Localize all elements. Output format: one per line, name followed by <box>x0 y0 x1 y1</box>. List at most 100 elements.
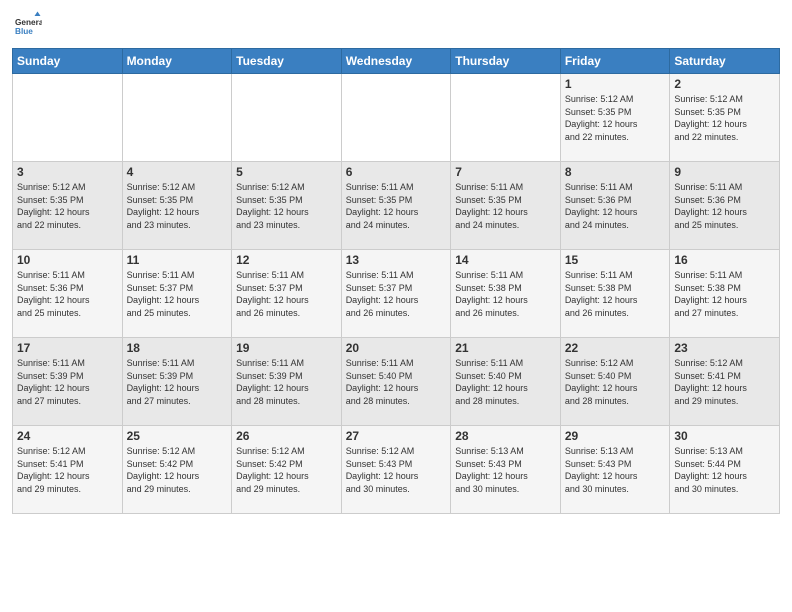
day-number: 2 <box>674 77 775 91</box>
calendar-cell: 18Sunrise: 5:11 AM Sunset: 5:39 PM Dayli… <box>122 338 232 426</box>
day-number: 4 <box>127 165 228 179</box>
calendar-cell: 25 Sunrise: 5:12 AM Sunset: 5:42 PM Dayli… <box>122 426 232 514</box>
calendar-cell: 17 Sunrise: 5:11 AM Sunset: 5:39 PM Dayli… <box>13 338 123 426</box>
calendar: SundayMondayTuesdayWednesdayThursdayFrid… <box>12 48 780 514</box>
day-info: Sunrise: 5:11 AM Sunset: 5:39 PM Dayligh… <box>17 357 118 407</box>
calendar-cell: 1Sunrise: 5:12 AM Sunset: 5:35 PM Daylig… <box>560 74 670 162</box>
day-number: 10 <box>17 253 118 267</box>
day-info: Sunrise: 5:13 AM Sunset: 5:44 PM Dayligh… <box>674 445 775 495</box>
week-row-2: 3 Sunrise: 5:12 AM Sunset: 5:35 PM Daylig… <box>13 162 780 250</box>
day-number: 17 <box>17 341 118 355</box>
day-info: Sunrise: 5:12 AM Sunset: 5:35 PM Dayligh… <box>127 181 228 231</box>
logo-icon: General Blue <box>12 10 42 40</box>
calendar-cell: 11 Sunrise: 5:11 AM Sunset: 5:37 PM Dayli… <box>122 250 232 338</box>
day-number: 24 <box>17 429 118 443</box>
day-number: 25 <box>127 429 228 443</box>
calendar-cell: 26 Sunrise: 5:12 AM Sunset: 5:42 PM Dayli… <box>232 426 342 514</box>
weekday-header-monday: Monday <box>122 49 232 74</box>
day-number: 14 <box>455 253 556 267</box>
calendar-cell <box>122 74 232 162</box>
week-row-3: 10Sunrise: 5:11 AM Sunset: 5:36 PM Dayli… <box>13 250 780 338</box>
day-info: Sunrise: 5:11 AM Sunset: 5:38 PM Dayligh… <box>674 269 775 319</box>
weekday-header-thursday: Thursday <box>451 49 561 74</box>
day-info: Sunrise: 5:11 AM Sunset: 5:38 PM Dayligh… <box>455 269 556 319</box>
calendar-header: SundayMondayTuesdayWednesdayThursdayFrid… <box>13 49 780 74</box>
day-number: 3 <box>17 165 118 179</box>
day-info: Sunrise: 5:11 AM Sunset: 5:38 PM Dayligh… <box>565 269 666 319</box>
calendar-body: 1Sunrise: 5:12 AM Sunset: 5:35 PM Daylig… <box>13 74 780 514</box>
weekday-header-friday: Friday <box>560 49 670 74</box>
day-info: Sunrise: 5:12 AM Sunset: 5:42 PM Dayligh… <box>127 445 228 495</box>
calendar-cell <box>13 74 123 162</box>
svg-text:General: General <box>15 18 42 27</box>
day-info: Sunrise: 5:12 AM Sunset: 5:41 PM Dayligh… <box>17 445 118 495</box>
day-number: 12 <box>236 253 337 267</box>
header: General Blue <box>12 10 780 40</box>
calendar-cell: 23 Sunrise: 5:12 AM Sunset: 5:41 PM Dayli… <box>670 338 780 426</box>
calendar-cell: 27 Sunrise: 5:12 AM Sunset: 5:43 PM Dayli… <box>341 426 451 514</box>
calendar-cell: 6 Sunrise: 5:11 AM Sunset: 5:35 PM Daylig… <box>341 162 451 250</box>
calendar-cell: 4 Sunrise: 5:12 AM Sunset: 5:35 PM Daylig… <box>122 162 232 250</box>
calendar-cell: 9Sunrise: 5:11 AM Sunset: 5:36 PM Daylig… <box>670 162 780 250</box>
day-info: Sunrise: 5:11 AM Sunset: 5:37 PM Dayligh… <box>127 269 228 319</box>
day-number: 8 <box>565 165 666 179</box>
day-info: Sunrise: 5:12 AM Sunset: 5:35 PM Dayligh… <box>674 93 775 143</box>
day-number: 6 <box>346 165 447 179</box>
day-info: Sunrise: 5:13 AM Sunset: 5:43 PM Dayligh… <box>565 445 666 495</box>
day-number: 30 <box>674 429 775 443</box>
day-number: 23 <box>674 341 775 355</box>
calendar-cell: 7 Sunrise: 5:11 AM Sunset: 5:35 PM Daylig… <box>451 162 561 250</box>
weekday-header-tuesday: Tuesday <box>232 49 342 74</box>
day-number: 7 <box>455 165 556 179</box>
day-info: Sunrise: 5:12 AM Sunset: 5:35 PM Dayligh… <box>565 93 666 143</box>
calendar-cell: 24 Sunrise: 5:12 AM Sunset: 5:41 PM Dayli… <box>13 426 123 514</box>
calendar-cell: 3 Sunrise: 5:12 AM Sunset: 5:35 PM Daylig… <box>13 162 123 250</box>
calendar-cell: 22 Sunrise: 5:12 AM Sunset: 5:40 PM Dayli… <box>560 338 670 426</box>
day-number: 27 <box>346 429 447 443</box>
week-row-5: 24 Sunrise: 5:12 AM Sunset: 5:41 PM Dayli… <box>13 426 780 514</box>
calendar-cell: 8 Sunrise: 5:11 AM Sunset: 5:36 PM Daylig… <box>560 162 670 250</box>
day-number: 15 <box>565 253 666 267</box>
day-number: 26 <box>236 429 337 443</box>
calendar-cell: 10Sunrise: 5:11 AM Sunset: 5:36 PM Dayli… <box>13 250 123 338</box>
day-info: Sunrise: 5:11 AM Sunset: 5:37 PM Dayligh… <box>236 269 337 319</box>
day-info: Sunrise: 5:12 AM Sunset: 5:41 PM Dayligh… <box>674 357 775 407</box>
day-info: Sunrise: 5:11 AM Sunset: 5:40 PM Dayligh… <box>455 357 556 407</box>
calendar-cell: 20 Sunrise: 5:11 AM Sunset: 5:40 PM Dayli… <box>341 338 451 426</box>
day-info: Sunrise: 5:11 AM Sunset: 5:35 PM Dayligh… <box>346 181 447 231</box>
day-number: 13 <box>346 253 447 267</box>
day-number: 9 <box>674 165 775 179</box>
day-info: Sunrise: 5:11 AM Sunset: 5:40 PM Dayligh… <box>346 357 447 407</box>
calendar-cell <box>232 74 342 162</box>
day-number: 19 <box>236 341 337 355</box>
day-info: Sunrise: 5:11 AM Sunset: 5:36 PM Dayligh… <box>565 181 666 231</box>
day-info: Sunrise: 5:11 AM Sunset: 5:39 PM Dayligh… <box>236 357 337 407</box>
weekday-row: SundayMondayTuesdayWednesdayThursdayFrid… <box>13 49 780 74</box>
calendar-cell: 2 Sunrise: 5:12 AM Sunset: 5:35 PM Daylig… <box>670 74 780 162</box>
day-info: Sunrise: 5:12 AM Sunset: 5:35 PM Dayligh… <box>236 181 337 231</box>
calendar-cell <box>341 74 451 162</box>
day-info: Sunrise: 5:11 AM Sunset: 5:39 PM Dayligh… <box>127 357 228 407</box>
calendar-cell: 15 Sunrise: 5:11 AM Sunset: 5:38 PM Dayli… <box>560 250 670 338</box>
calendar-cell: 28Sunrise: 5:13 AM Sunset: 5:43 PM Dayli… <box>451 426 561 514</box>
logo: General Blue <box>12 10 46 40</box>
weekday-header-wednesday: Wednesday <box>341 49 451 74</box>
calendar-cell: 13 Sunrise: 5:11 AM Sunset: 5:37 PM Dayli… <box>341 250 451 338</box>
calendar-cell: 19 Sunrise: 5:11 AM Sunset: 5:39 PM Dayli… <box>232 338 342 426</box>
page: General Blue SundayMondayTuesdayWednesda… <box>0 0 792 612</box>
day-number: 11 <box>127 253 228 267</box>
day-info: Sunrise: 5:12 AM Sunset: 5:40 PM Dayligh… <box>565 357 666 407</box>
day-info: Sunrise: 5:11 AM Sunset: 5:37 PM Dayligh… <box>346 269 447 319</box>
day-number: 20 <box>346 341 447 355</box>
day-number: 22 <box>565 341 666 355</box>
day-number: 29 <box>565 429 666 443</box>
weekday-header-sunday: Sunday <box>13 49 123 74</box>
day-info: Sunrise: 5:12 AM Sunset: 5:42 PM Dayligh… <box>236 445 337 495</box>
calendar-cell <box>451 74 561 162</box>
day-info: Sunrise: 5:11 AM Sunset: 5:35 PM Dayligh… <box>455 181 556 231</box>
weekday-header-saturday: Saturday <box>670 49 780 74</box>
week-row-1: 1Sunrise: 5:12 AM Sunset: 5:35 PM Daylig… <box>13 74 780 162</box>
day-info: Sunrise: 5:12 AM Sunset: 5:35 PM Dayligh… <box>17 181 118 231</box>
calendar-cell: 29 Sunrise: 5:13 AM Sunset: 5:43 PM Dayli… <box>560 426 670 514</box>
day-info: Sunrise: 5:12 AM Sunset: 5:43 PM Dayligh… <box>346 445 447 495</box>
